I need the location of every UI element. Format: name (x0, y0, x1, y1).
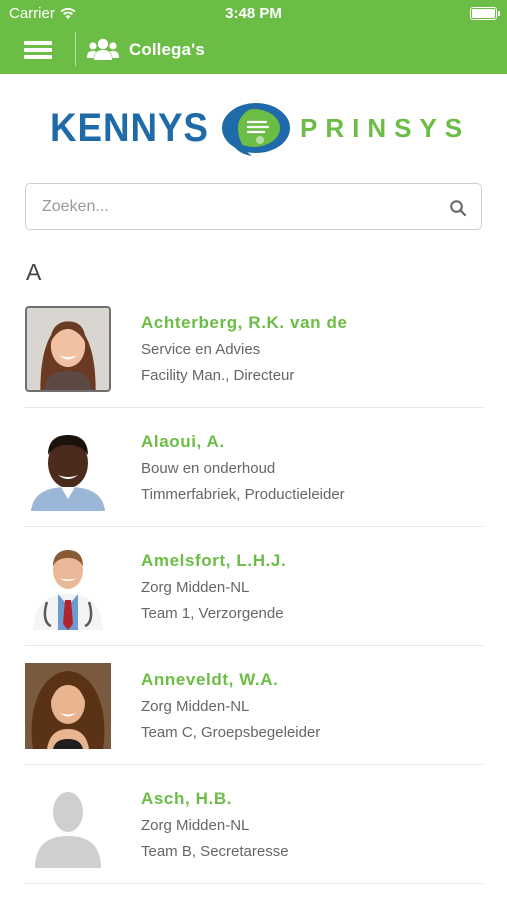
status-time: 3:48 PM (225, 5, 282, 22)
avatar (25, 663, 111, 749)
page-title: Collega's (129, 40, 205, 59)
list-item[interactable]: Alaoui, A. Bouw en onderhoud Timmerfabri… (25, 408, 483, 527)
contact-role: Timmerfabriek, Productieleider (141, 486, 345, 503)
contact-name: Amelsfort, L.H.J. (141, 551, 287, 570)
logo-mark-icon (222, 103, 290, 156)
contact-department: Zorg Midden-NL (141, 698, 250, 715)
contact-role: Team C, Groepsbegeleider (141, 724, 321, 741)
people-group-icon (87, 38, 119, 60)
search-icon[interactable] (449, 199, 467, 217)
contact-name: Alaoui, A. (141, 432, 225, 451)
contact-department: Bouw en onderhoud (141, 460, 276, 477)
list-item[interactable]: Asch, H.B. Zorg Midden-NL Team B, Secret… (25, 765, 483, 884)
contact-name: Asch, H.B. (141, 789, 233, 808)
search-box (25, 183, 482, 230)
contact-department: Zorg Midden-NL (141, 579, 250, 596)
list-item[interactable]: Anneveldt, W.A. Zorg Midden-NL Team C, G… (25, 646, 483, 765)
contact-department: Service en Advies (141, 341, 261, 358)
logo-left-word: KENNYS (50, 106, 209, 150)
contact-role: Team 1, Verzorgende (141, 605, 284, 622)
contact-department: Zorg Midden-NL (141, 817, 250, 834)
list-item[interactable]: Amelsfort, L.H.J. Zorg Midden-NL Team 1,… (25, 527, 483, 646)
status-bar: Carrier 3:48 PM (0, 0, 507, 28)
contact-name: Anneveldt, W.A. (141, 670, 279, 689)
section-header: A (26, 259, 42, 285)
logo-right-word: PRINSYS (300, 113, 471, 143)
top-bar: Carrier 3:48 PM Collega's (0, 0, 507, 74)
search-input[interactable] (42, 184, 442, 229)
battery-icon (470, 7, 500, 20)
contact-role: Facility Man., Directeur (141, 367, 295, 384)
avatar (25, 544, 111, 630)
colleagues-screen: Carrier 3:48 PM Collega's KENNYS PRINSYS… (0, 0, 507, 900)
nav-divider (75, 32, 76, 66)
contact-role: Team B, Secretaresse (141, 843, 289, 860)
contact-list: Achterberg, R.K. van de Service en Advie… (25, 289, 483, 884)
avatar (25, 425, 111, 511)
navigation-bar: Collega's (0, 28, 507, 74)
list-item[interactable]: Achterberg, R.K. van de Service en Advie… (25, 289, 483, 408)
contact-name: Achterberg, R.K. van de (141, 313, 348, 332)
company-logo: KENNYS PRINSYS (48, 96, 462, 160)
avatar (25, 306, 111, 392)
hamburger-menu-icon[interactable] (22, 37, 56, 63)
avatar (25, 782, 111, 868)
